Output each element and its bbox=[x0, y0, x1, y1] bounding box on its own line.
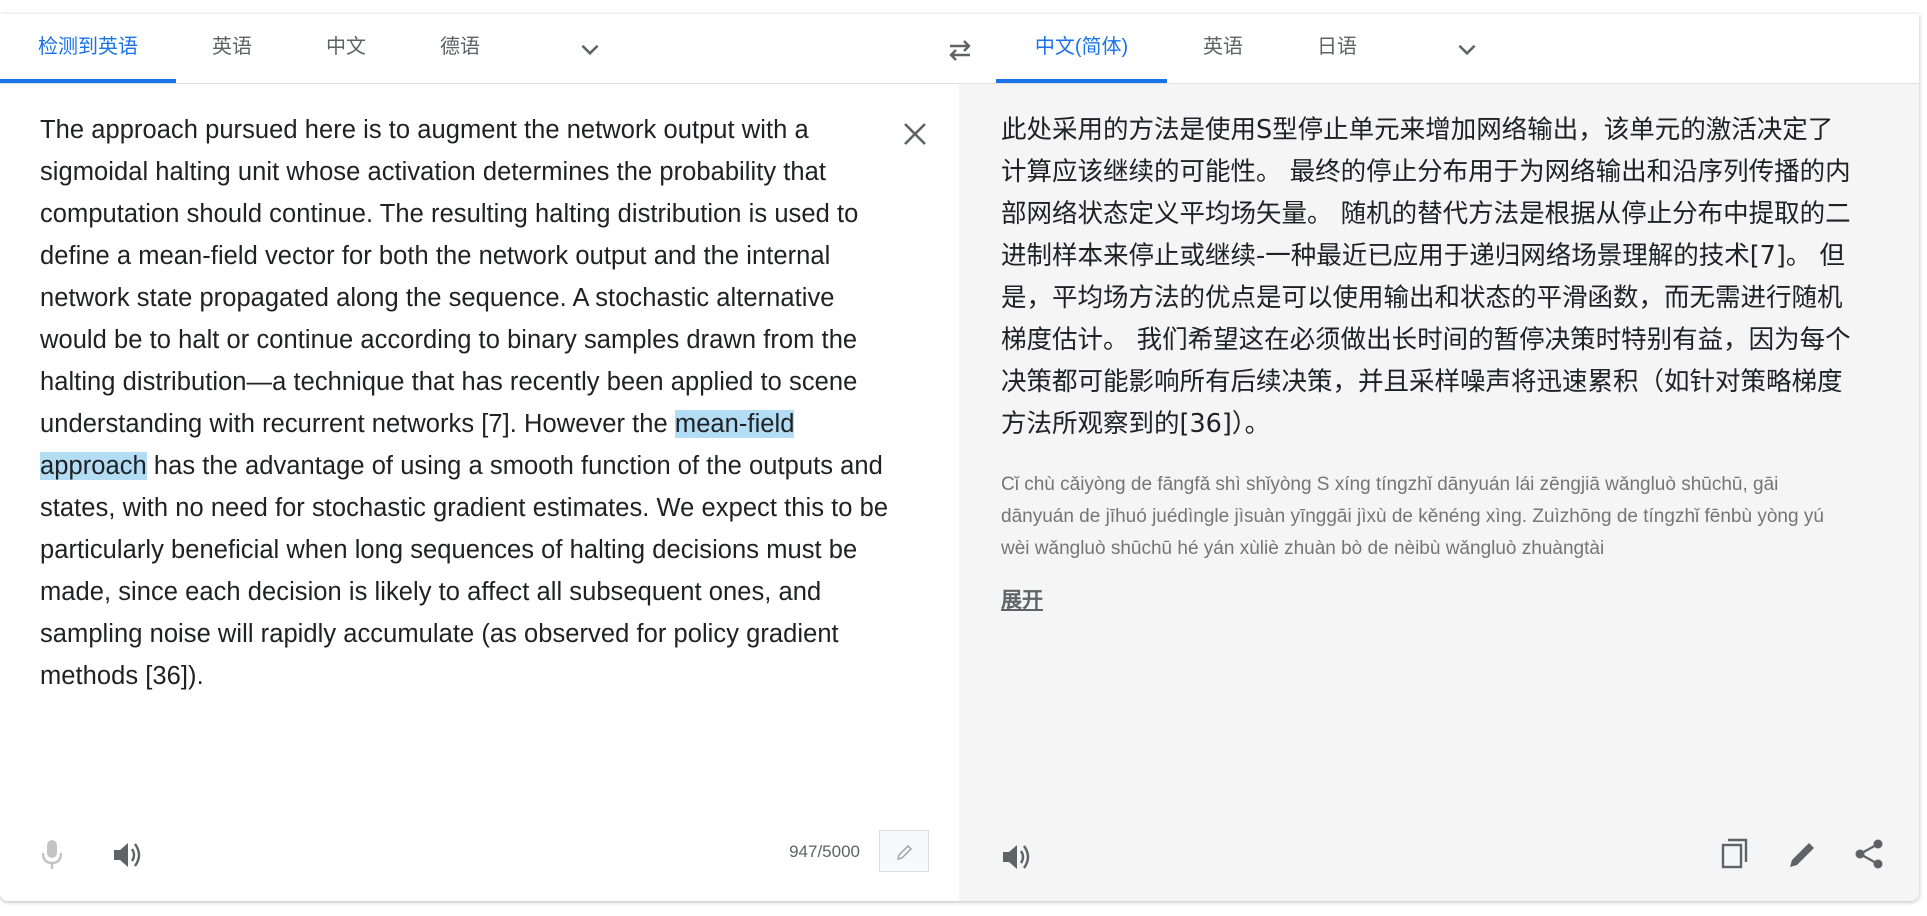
language-bar: 检测到英语 英语 中文 德语 中文(简体) 英语 日语 bbox=[0, 14, 1919, 84]
chevron-down-icon[interactable] bbox=[577, 36, 603, 62]
speaker-icon[interactable] bbox=[110, 838, 144, 872]
source-tab-german[interactable]: 德语 bbox=[404, 14, 516, 83]
source-text: The approach pursued here is to augment … bbox=[40, 116, 859, 438]
target-panel: 此处采用的方法是使用S型停止单元来增加网络输出，该单元的激活决定了计算应该继续的… bbox=[959, 84, 1919, 901]
pinyin-text: Cǐ chù cǎiyòng de fāngfǎ shì shǐyòng S x… bbox=[1001, 474, 1824, 559]
speaker-icon[interactable] bbox=[999, 840, 1033, 874]
share-icon[interactable] bbox=[1851, 836, 1887, 872]
edit-button[interactable] bbox=[879, 830, 929, 872]
target-tab-chinese-simplified[interactable]: 中文(简体) bbox=[996, 14, 1167, 83]
source-text-rest: has the advantage of using a smooth func… bbox=[40, 452, 889, 690]
source-tab-detect[interactable]: 检测到英语 bbox=[0, 14, 176, 83]
close-icon[interactable] bbox=[897, 116, 933, 152]
pencil-icon[interactable] bbox=[1785, 836, 1821, 872]
microphone-icon[interactable] bbox=[36, 836, 68, 872]
translation-text: 此处采用的方法是使用S型停止单元来增加网络输出，该单元的激活决定了计算应该继续的… bbox=[1001, 115, 1851, 439]
expand-link[interactable]: 展开 bbox=[1001, 584, 1043, 614]
pencil-icon bbox=[897, 845, 912, 860]
source-panel: The approach pursued here is to augment … bbox=[0, 84, 959, 901]
copy-icon[interactable] bbox=[1717, 836, 1753, 872]
chevron-down-icon[interactable] bbox=[1454, 36, 1480, 62]
source-tab-chinese[interactable]: 中文 bbox=[290, 14, 402, 83]
source-textarea[interactable]: The approach pursued here is to augment … bbox=[40, 109, 890, 697]
swap-arrows-icon[interactable] bbox=[944, 34, 976, 66]
character-count: 947/5000 bbox=[789, 842, 860, 861]
source-tab-english[interactable]: 英语 bbox=[176, 14, 288, 83]
translate-card: 检测到英语 英语 中文 德语 中文(简体) 英语 日语 The approach… bbox=[0, 14, 1919, 901]
target-tab-japanese[interactable]: 日语 bbox=[1281, 14, 1393, 83]
target-tab-english[interactable]: 英语 bbox=[1167, 14, 1279, 83]
